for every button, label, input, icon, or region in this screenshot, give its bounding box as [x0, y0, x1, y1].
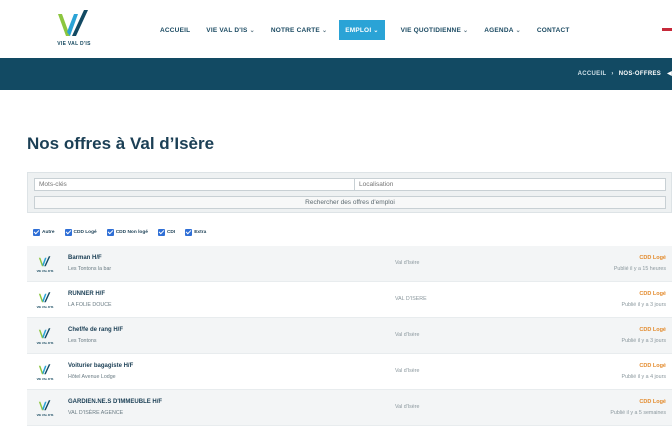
job-published-date: Publié il y a 4 jours: [621, 374, 666, 380]
checkbox-checked-icon[interactable]: [185, 228, 193, 236]
vvd-logo-icon: [58, 10, 88, 36]
logo-text: VIE VAL D'IS: [36, 413, 54, 417]
filter-label: Extra: [194, 229, 207, 235]
job-company: VAL D'ISÈRE AGENCE: [68, 410, 124, 416]
job-title-link[interactable]: Voiturier bagagiste H/F: [68, 363, 133, 369]
nav-item-vie-val-dis[interactable]: VIE VAL D'IS ⌄: [206, 20, 255, 40]
chevron-down-icon: ⌄: [463, 27, 469, 34]
chevron-down-icon: ⌄: [249, 27, 255, 34]
chevron-down-icon: ⌄: [321, 27, 328, 34]
nav-item-contact[interactable]: CONTACT: [537, 20, 570, 40]
employer-logo: VIE VAL D'IS: [35, 255, 55, 275]
breadcrumb: ACCUEIL › NOS-OFFRES ◀: [578, 70, 672, 78]
main-nav: ACCUEIL VIE VAL D'IS ⌄ NOTRE CARTE ⌄ EMP…: [160, 20, 586, 40]
job-contract-type: CDD Logé: [639, 327, 666, 333]
job-title-link[interactable]: RUNNER H/F: [68, 291, 105, 297]
location-input[interactable]: [354, 178, 666, 191]
job-row[interactable]: VIE VAL D'IS Voiturier bagagiste H/F Hôt…: [27, 354, 672, 390]
contract-filters: Autre CDD Logé CDD Non logé CDI Extra: [33, 226, 216, 238]
filter-extra[interactable]: Extra: [185, 228, 207, 236]
nav-label: AGENDA: [484, 26, 514, 34]
job-location: Val d'Isère: [395, 260, 420, 266]
vvd-logo-icon: [38, 364, 51, 375]
job-title-link[interactable]: Barman H/F: [68, 255, 102, 261]
checkbox-checked-icon[interactable]: [64, 228, 72, 236]
filter-cdd-non-loge[interactable]: CDD Non logé: [106, 228, 148, 236]
nav-label: EMPLOI: [345, 26, 372, 34]
job-row[interactable]: VIE VAL D'IS Barman H/F Les Tontons la b…: [27, 246, 672, 282]
nav-item-vie-quotidienne[interactable]: VIE QUOTIDIENNE ⌄: [401, 20, 469, 40]
job-contract-type: CDD Logé: [639, 363, 666, 369]
vvd-logo-icon: [38, 328, 51, 339]
nav-item-accueil[interactable]: ACCUEIL: [160, 20, 190, 40]
logo-text: VIE VAL D'IS: [36, 341, 54, 345]
filter-label: CDD Non logé: [115, 229, 148, 235]
nav-item-notre-carte[interactable]: NOTRE CARTE ⌄: [271, 20, 327, 40]
breadcrumb-current: NOS-OFFRES: [618, 70, 662, 77]
job-row[interactable]: VIE VAL D'IS GARDIEN.NE.S D'IMMEUBLE H/F…: [27, 390, 672, 426]
chevron-down-icon: ⌄: [373, 27, 379, 34]
job-row[interactable]: VIE VAL D'IS RUNNER H/F LA FOLIE DOUCE V…: [27, 282, 672, 318]
job-company: LA FOLIE DOUCE: [68, 302, 112, 308]
filter-cdi[interactable]: CDI: [157, 228, 176, 236]
employer-logo: VIE VAL D'IS: [35, 291, 55, 311]
chevron-down-icon: ⌄: [515, 27, 521, 34]
vvd-logo-icon: [38, 400, 51, 411]
arrow-left-icon[interactable]: ◀: [667, 70, 672, 77]
job-published-date: Publié il y a 5 semaines: [610, 410, 666, 416]
site-logo[interactable]: VIE VAL D'IS: [48, 8, 100, 52]
flag-icon[interactable]: [662, 28, 672, 34]
nav-item-emploi[interactable]: EMPLOI ⌄: [339, 20, 385, 40]
filter-label: Autre: [42, 229, 55, 235]
job-location: Val d'Isère: [395, 368, 420, 374]
job-contract-type: CDD Logé: [639, 255, 666, 261]
nav-label: CONTACT: [536, 26, 570, 34]
filter-cdd-loge[interactable]: CDD Logé: [64, 228, 97, 236]
nav-label: VIE QUOTIDIENNE: [400, 26, 461, 34]
job-published-date: Publié il y a 3 jours: [621, 338, 666, 344]
employer-logo: VIE VAL D'IS: [35, 327, 55, 347]
job-contract-type: CDD Logé: [639, 399, 666, 405]
employer-logo: VIE VAL D'IS: [35, 399, 55, 419]
nav-item-agenda[interactable]: AGENDA ⌄: [484, 20, 521, 40]
employer-logo: VIE VAL D'IS: [35, 363, 55, 383]
job-row[interactable]: VIE VAL D'IS Chef/fe de rang H/F Les Ton…: [27, 318, 672, 354]
filter-label: CDD Logé: [73, 229, 97, 235]
page-title: Nos offres à Val d’Isère: [27, 134, 215, 153]
vvd-logo-icon: [38, 256, 51, 267]
filter-autre[interactable]: Autre: [33, 228, 55, 236]
job-company: Hôtel Avenue Lodge: [68, 374, 116, 380]
vvd-logo-icon: [38, 292, 51, 303]
job-company: Les Tontons: [68, 338, 97, 344]
keyword-input[interactable]: [34, 178, 374, 191]
job-company: Les Tontons la bar: [68, 266, 112, 272]
logo-text: VIE VAL D'IS: [36, 377, 54, 381]
checkbox-checked-icon[interactable]: [157, 228, 165, 236]
job-location: Val d'Isère: [395, 332, 420, 338]
breadcrumb-home-link[interactable]: ACCUEIL: [578, 71, 607, 77]
logo-text: VIE VAL D'IS: [36, 305, 54, 309]
job-location: Val d'Isère: [395, 404, 420, 410]
logo-text: VIE VAL D'IS: [57, 41, 91, 47]
nav-label: NOTRE CARTE: [270, 26, 320, 34]
nav-label: VIE VAL D'IS: [206, 26, 248, 34]
breadcrumb-separator: ›: [611, 70, 614, 77]
nav-label: ACCUEIL: [160, 26, 191, 34]
site-header: VIE VAL D'IS ACCUEIL VIE VAL D'IS ⌄ NOTR…: [0, 0, 672, 58]
job-location: VAL D'ISERE: [395, 296, 427, 302]
job-search-form: Rechercher des offres d'emploi: [27, 172, 672, 213]
filter-label: CDI: [166, 229, 176, 235]
job-published-date: Publié il y a 3 jours: [621, 302, 666, 308]
search-jobs-button[interactable]: Rechercher des offres d'emploi: [34, 196, 666, 209]
job-contract-type: CDD Logé: [639, 291, 666, 297]
job-title-link[interactable]: Chef/fe de rang H/F: [68, 327, 123, 333]
job-title-link[interactable]: GARDIEN.NE.S D'IMMEUBLE H/F: [68, 399, 162, 405]
checkbox-checked-icon[interactable]: [106, 228, 114, 236]
page-banner: ACCUEIL › NOS-OFFRES ◀: [0, 58, 672, 90]
job-published-date: Publié il y a 15 heures: [613, 266, 666, 272]
checkbox-checked-icon[interactable]: [33, 228, 40, 236]
logo-text: VIE VAL D'IS: [36, 269, 54, 273]
job-list: VIE VAL D'IS Barman H/F Les Tontons la b…: [27, 246, 672, 426]
